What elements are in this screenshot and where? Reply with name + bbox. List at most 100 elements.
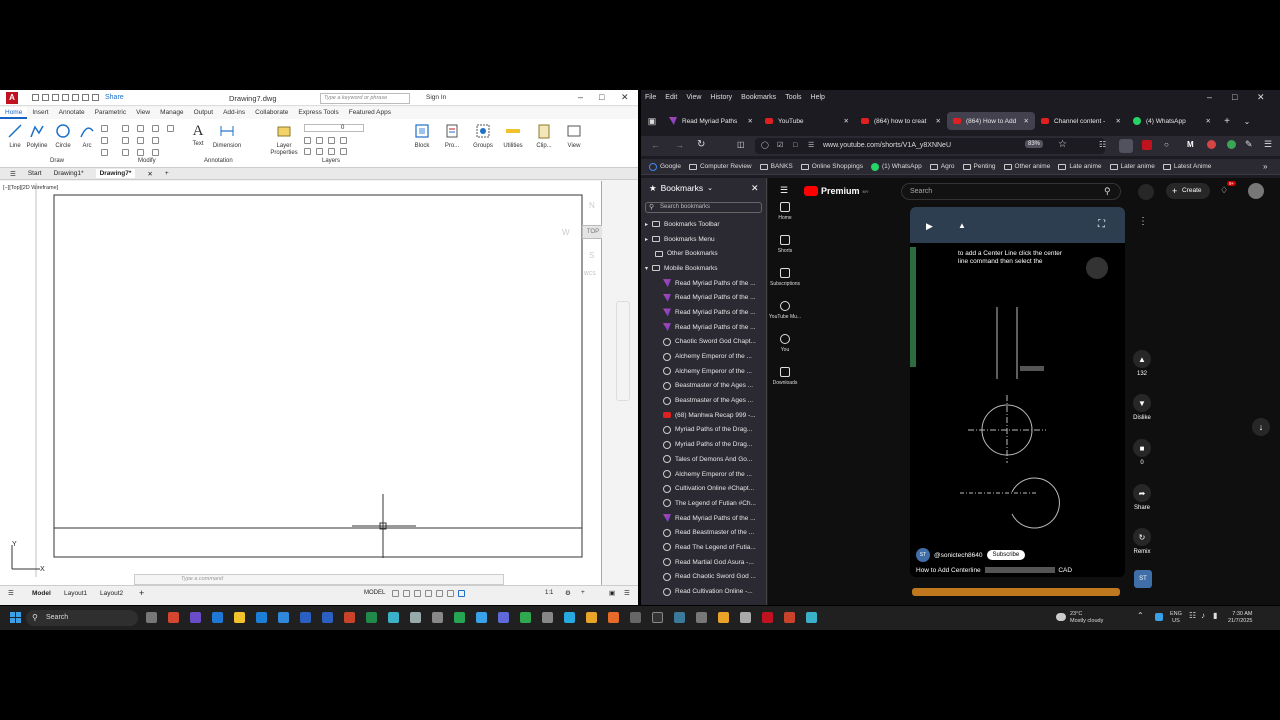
tab-start[interactable]: Start [28,170,42,177]
circle-tool[interactable]: Circle [52,123,74,149]
app-icon[interactable] [542,612,553,623]
undo-icon[interactable] [82,94,89,101]
weather-widget[interactable]: 23°C Mostly cloudy [1070,611,1103,625]
ribbon-tab-output[interactable]: Output [189,107,219,119]
tab-layout1[interactable]: Layout1 [64,590,87,597]
excel-icon[interactable] [366,612,377,623]
layer-properties-tool[interactable]: Layer Properties [268,123,300,157]
dislike-button[interactable]: ▼ Dislike [1130,394,1154,421]
ribbon-tab-addins[interactable]: Add-ins [218,107,250,119]
extension-icon[interactable] [1207,140,1216,149]
task-view-icon[interactable] [146,612,157,623]
trim-icon[interactable] [137,125,144,132]
mirror-icon[interactable] [122,137,129,144]
close-tab-icon[interactable]: ✕ [936,117,941,125]
taskbar-search[interactable]: ⚲ Search [26,610,138,626]
bookmark-folder[interactable]: Agro [929,163,955,170]
utilities-tool[interactable]: Utilities [500,123,526,149]
model-space-toggle[interactable]: MODEL [364,590,385,596]
close-sidebar-icon[interactable]: ✕ [751,183,759,194]
nav-youtube-music[interactable]: YouTube Mu... [768,301,802,320]
edit-icon[interactable] [167,125,174,132]
star-icon[interactable]: ☆ [1058,139,1067,150]
bookmark-item[interactable]: Read Myriad Paths of the ... [663,290,766,305]
close-tab-icon[interactable]: ✕ [1206,117,1211,125]
viewcube-south[interactable]: S [589,251,594,260]
layer-tool-icon[interactable] [340,148,347,155]
like-button[interactable]: ▲ 132 [1130,350,1154,377]
bookmark-item[interactable]: (68) Manhwa Recap 999 -... [663,408,766,423]
shield-icon[interactable]: ◯ [761,138,769,154]
move-icon[interactable] [101,125,108,132]
ribbon-tab-collaborate[interactable]: Collaborate [250,107,293,119]
chevron-up-icon[interactable]: ⌃ [1137,611,1144,620]
youtube-search-input[interactable]: Search ⚲ [901,183,1121,200]
chevron-right-icon[interactable]: » [1263,162,1267,171]
close-tab-icon[interactable]: ✕ [147,170,152,178]
file-explorer-icon[interactable] [234,612,245,623]
line-tool[interactable]: Line [5,123,25,149]
battery-icon[interactable]: ▮ [1213,611,1217,620]
teams-icon[interactable] [190,612,201,623]
fillet-icon[interactable] [137,137,144,144]
browser-tab[interactable]: YouTube ✕ [759,112,855,130]
bell-icon[interactable]: ♢ [1220,185,1228,196]
hamburger-icon[interactable]: ☰ [8,589,14,597]
menu-bookmarks[interactable]: Bookmarks [741,94,776,101]
create-button[interactable]: + Create [1166,183,1210,199]
sidebar-title[interactable]: Bookmarks [661,183,704,193]
gear-icon[interactable]: ⚙ [565,589,571,597]
pdf-extension-icon[interactable] [1142,140,1152,150]
layer-tool-icon[interactable] [316,137,323,144]
channel-avatar[interactable]: ST [916,548,930,562]
menu-icon[interactable]: ☰ [10,170,16,178]
layer-tool-icon[interactable] [316,148,323,155]
word-icon[interactable] [300,612,311,623]
bookmark-folder[interactable]: Later anime [1109,163,1155,170]
rotate-icon[interactable] [122,125,129,132]
app-menu-icon[interactable]: ☰ [1264,139,1272,150]
account-icon[interactable]: ○ [1164,140,1169,149]
properties-tool[interactable]: Pro... [441,123,463,149]
app-icon[interactable] [476,612,487,623]
fullscreen-icon[interactable]: ⛶ [1098,219,1105,230]
bookmark-item[interactable]: Read Myriad Paths of the ... [663,320,766,335]
bookmark-item[interactable]: Read Myriad Paths of the ... [663,511,766,526]
firefox-icon[interactable] [608,612,619,623]
folder-mobile-bookmarks[interactable]: ▾ Mobile Bookmarks [645,261,766,276]
tab-layout2[interactable]: Layout2 [100,590,123,597]
lock-icon[interactable]: ☑ [777,138,783,154]
folder-bookmarks-menu[interactable]: ▸ Bookmarks Menu [645,232,766,247]
scale-icon[interactable] [122,149,129,156]
menu-file[interactable]: File [645,94,656,101]
annotation-scale[interactable]: 1:1 [545,590,553,596]
ribbon-tab-express-tools[interactable]: Express Tools [293,107,343,119]
minimize-icon[interactable]: – [578,92,583,102]
tab-overview-icon[interactable]: ▣ [641,116,663,127]
extensions-icon[interactable]: ✎ [1245,139,1253,150]
sign-in-button[interactable]: Sign In [426,94,446,101]
ribbon-tab-manage[interactable]: Manage [155,107,189,119]
microphone-icon[interactable] [1138,184,1154,200]
ortho-icon[interactable] [414,590,421,597]
wifi-icon[interactable]: ☷ [1189,611,1196,620]
customize-icon[interactable]: ☰ [624,589,630,597]
volume-icon[interactable]: ♪ [1201,611,1205,620]
bookmark-item[interactable]: Alchemy Emperor of the ... [663,364,766,379]
app-icon[interactable] [718,612,729,623]
osnap-icon[interactable] [436,590,443,597]
layer-tool-icon[interactable] [304,137,311,144]
app-icon[interactable] [388,612,399,623]
menu-edit[interactable]: Edit [665,94,677,101]
channel-avatar-small[interactable]: ST [1134,570,1152,588]
app-icon[interactable] [410,612,421,623]
bookmark-item[interactable]: Cultivation Online #Chapt... [663,481,766,496]
erase-icon[interactable] [152,125,159,132]
list-tabs-icon[interactable]: ⌄ [1237,117,1257,126]
app-icon[interactable] [520,612,531,623]
clipboard-tool[interactable]: Clip... [533,123,555,149]
stretch-icon[interactable] [101,149,108,156]
app-icon[interactable] [498,612,509,623]
ribbon-tab-view[interactable]: View [131,107,155,119]
search-icon[interactable]: ⚲ [1104,184,1111,199]
